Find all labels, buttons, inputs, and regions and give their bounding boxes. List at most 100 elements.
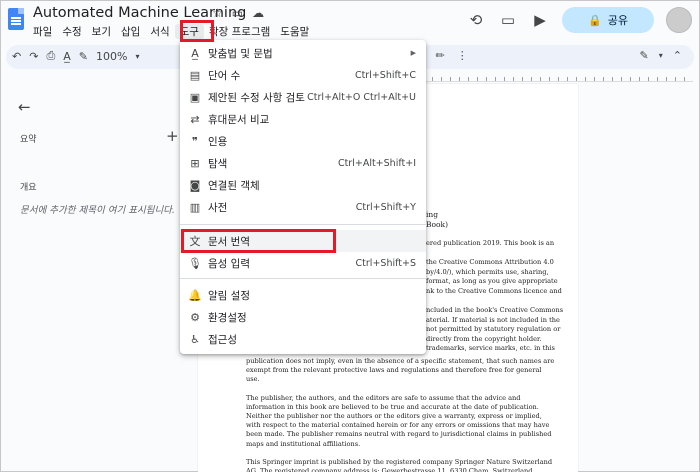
tools-menu-item-label: 접근성 [208,333,237,346]
comments-icon[interactable]: ▭ [498,11,518,29]
docs-logo-icon[interactable] [8,8,24,30]
document-line: Book) [426,219,449,229]
menubar: 파일 수정 보기 삽입 서식 도구 확장 프로그램 도움말 [28,23,314,39]
document-line: not permitted by statutory regulation or [426,325,561,334]
word-count-icon: ▤ [189,68,201,82]
share-button[interactable]: 🔒 공유 [562,7,654,33]
tools-menu-item-shortcut: Ctrl+Shift+C [354,69,416,81]
submenu-arrow-icon: ▶ [410,49,416,57]
document-line: by/4.0/), which permits use, sharing, [426,267,549,276]
tools-menu-item-label: 단어 수 [208,69,241,82]
tools-menu-item[interactable]: ▤ 단어 수 Ctrl+Shift+C [180,64,426,86]
star-icon[interactable]: ☆ [212,6,223,20]
preferences-icon: ⚙ [190,310,200,324]
tools-menu-item[interactable]: ◙ 연결된 객체 [180,174,426,196]
header-actions: ⟲ ▭ ▶ 🔒 공유 [466,6,692,34]
paint-format-icon[interactable]: ✎ [79,50,88,63]
menu-0[interactable]: 파일 [28,24,57,39]
tools-menu-item-label: 음성 입력 [208,257,250,270]
menu-3[interactable]: 삽입 [116,24,145,39]
ruler[interactable] [423,74,693,82]
history-icon[interactable]: ⟲ [466,11,486,29]
menu-separator [180,224,426,225]
menu-7[interactable]: 도움말 [275,24,314,39]
tools-menu-item[interactable]: ⊞ 탐색 Ctrl+Alt+Shift+I [180,152,426,174]
tools-menu-item[interactable]: A̲ 맞춤법 및 문법 ▶ [180,42,426,64]
menu-4[interactable]: 서식 [145,24,174,39]
share-label: 공유 [607,14,628,27]
document-line: ncluded in the book's Creative Commons [426,306,564,314]
spellcheck-toolbar-icon[interactable]: A̲ [63,50,71,63]
summary-label: 요약 [20,135,37,145]
redo-icon[interactable]: ↷ [29,50,38,63]
document-line: aterial. If material is not included in … [426,315,560,324]
tools-menu-item[interactable]: ❞ 인용 [180,130,426,152]
document-line: the Creative Commons Attribution 4.0 [426,258,554,266]
meet-icon[interactable]: ▶ [530,11,550,29]
document-line: ered publication 2019. This book is an [426,238,555,247]
document-line: directly from the copyright holder. [426,334,542,343]
chevron-down-icon: ▾ [135,51,140,61]
tools-menu-item[interactable]: 文 문서 번역 [180,230,426,252]
highlight-icon[interactable]: ✏ [436,49,445,62]
title-icon-group: ☆ ▭ ☁ [212,6,264,20]
document-paragraph: The publisher, the authors, and the edit… [246,393,552,448]
document-line: ing [426,210,439,219]
document-paragraph: publication does not imply, even in the … [246,357,555,384]
compare-icon: ⇄ [190,112,200,126]
outline-label: 개요 [20,183,37,193]
bell-icon: 🔔 [188,288,202,302]
linked-objects-icon: ◙ [189,178,201,192]
tools-menu-item-label: 인용 [208,135,228,148]
tools-menu-item-label: 제안된 수정 사항 검토 [208,91,305,104]
print-icon[interactable]: ⎙ [46,49,55,63]
tools-menu-item-label: 맞춤법 및 문법 [208,47,273,60]
tools-menu-item[interactable]: 🔔 알림 설정 [180,284,426,306]
tools-menu-item-label: 환경설정 [208,311,247,324]
tools-menu-item-shortcut: Ctrl+Shift+Y [355,201,416,213]
explore-icon: ⊞ [190,156,200,170]
add-summary-icon[interactable]: + [166,127,179,145]
tools-menu-item-label: 알림 설정 [208,289,250,302]
tools-menu-item[interactable]: ♿ 접근성 [180,328,426,350]
collapse-menu-icon[interactable]: ⌃ [673,49,682,62]
tools-menu-item[interactable]: 🎙 음성 입력 Ctrl+Shift+S [180,252,426,274]
undo-icon[interactable]: ↶ [12,50,21,63]
menu-2[interactable]: 보기 [87,24,116,39]
document-line: format, as long as you give appropriate [426,277,558,286]
zoom-select[interactable]: 100% [96,50,127,63]
menu-6[interactable]: 확장 프로그램 [204,24,275,39]
tools-menu: A̲ 맞춤법 및 문법 ▶ ▤ 단어 수 Ctrl+Shift+C ▣ 제안된 수정 사항 검… [180,40,426,354]
chevron-down-icon: ▾ [658,51,663,60]
document-line: trademarks, service marks, etc. in this [426,344,555,353]
outline-placeholder: 문서에 추가한 제목이 여기 표시됩니다. [20,205,175,216]
tools-menu-item-shortcut: Ctrl+Shift+S [355,257,416,269]
document-body: publication does not imply, even in the … [246,357,556,472]
menu-separator [180,278,426,279]
tools-menu-item[interactable]: ⚙ 환경설정 [180,306,426,328]
back-arrow-icon[interactable]: ← [18,98,31,116]
review-edits-icon: ▣ [189,90,201,104]
tools-menu-item-label: 휴대문서 비교 [208,113,270,126]
tools-menu-item-label: 문서 번역 [208,235,250,248]
tools-menu-item-shortcut: Ctrl+Alt+Shift+I [337,157,416,169]
tools-menu-item[interactable]: ▥ 사전 Ctrl+Shift+Y [180,196,426,218]
editing-mode-icon[interactable]: ✎ [640,49,649,62]
more-icon[interactable]: ⋮ [457,49,468,62]
tools-menu-item-label: 연결된 객체 [208,179,260,192]
cloud-status-icon[interactable]: ☁ [252,6,264,20]
tools-menu-item[interactable]: ▣ 제안된 수정 사항 검토 Ctrl+Alt+O Ctrl+Alt+U [180,86,426,108]
tools-menu-item-label: 탐색 [208,157,228,170]
spellcheck-icon: A̲ [191,46,199,60]
tools-menu-item[interactable]: ⇄ 휴대문서 비교 [180,108,426,130]
menu-1[interactable]: 수정 [57,24,86,39]
accessibility-icon: ♿ [190,332,200,346]
menu-5[interactable]: 도구 [174,23,204,39]
microphone-icon: 🎙 [188,256,202,270]
avatar[interactable] [666,7,692,33]
lock-icon: 🔒 [588,13,602,27]
dictionary-icon: ▥ [189,200,201,214]
translate-icon: 文 [189,235,201,248]
tools-menu-item-label: 사전 [208,201,228,214]
folder-move-icon[interactable]: ▭ [232,6,243,20]
